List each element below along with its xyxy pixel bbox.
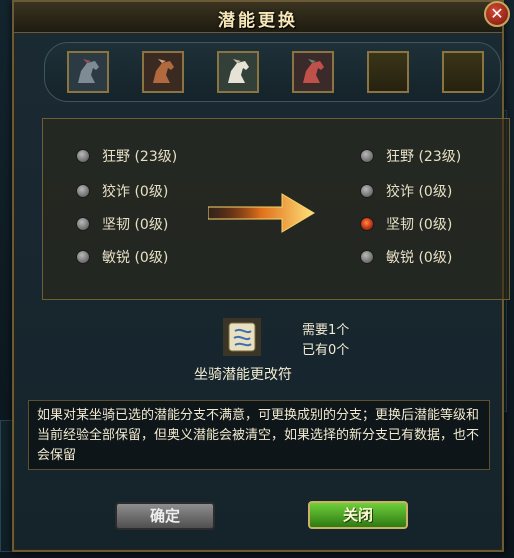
option-label: 敏锐 (0级) <box>102 250 169 266</box>
dialog-title: 潜能更换 <box>218 11 298 31</box>
horse-slot-1[interactable] <box>67 51 109 93</box>
current-option-wild: 狂野 (23级) <box>76 146 177 166</box>
horse-icon <box>294 53 332 91</box>
new-option-cunning[interactable]: 狡诈 (0级) <box>360 181 452 201</box>
new-option-keen[interactable]: 敏锐 (0级) <box>360 247 452 267</box>
arrow-right-icon <box>208 193 315 233</box>
radio-selected-icon[interactable] <box>360 217 374 231</box>
horse-icon <box>219 53 257 91</box>
option-label: 坚韧 (0级) <box>386 217 453 233</box>
radio-icon <box>76 217 90 231</box>
current-option-keen: 敏锐 (0级) <box>76 247 168 267</box>
item-need-count: 需要1个 <box>302 323 350 338</box>
radio-icon[interactable] <box>360 250 374 264</box>
horse-slot-5-empty[interactable] <box>367 51 409 93</box>
radio-icon[interactable] <box>360 184 374 198</box>
horse-slot-4[interactable] <box>292 51 334 93</box>
scroll-icon[interactable] <box>223 318 261 356</box>
new-option-wild[interactable]: 狂野 (23级) <box>360 146 461 166</box>
radio-icon <box>76 184 90 198</box>
confirm-button[interactable]: 确定 <box>115 502 215 530</box>
horse-slot-2[interactable] <box>142 51 184 93</box>
current-option-tenacity: 坚韧 (0级) <box>76 214 168 234</box>
radio-icon <box>76 250 90 264</box>
radio-icon <box>76 149 90 163</box>
horse-selector <box>44 42 501 102</box>
horse-icon <box>69 53 107 91</box>
option-label: 狂野 (23级) <box>386 149 462 165</box>
horse-slot-6-empty[interactable] <box>442 51 484 93</box>
item-have-count: 已有0个 <box>302 343 350 358</box>
item-requirement: 需要1个 已有0个 <box>302 321 349 361</box>
current-option-cunning: 狡诈 (0级) <box>76 181 168 201</box>
item-name: 坐骑潜能更改符 <box>194 367 292 383</box>
description-text: 如果对某坐骑已选的潜能分支不满意，可更换成别的分支；更换后潜能等级和当前经验全部… <box>28 400 490 470</box>
option-label: 狂野 (23级) <box>102 149 178 165</box>
option-label: 狡诈 (0级) <box>386 184 453 200</box>
option-label: 坚韧 (0级) <box>102 217 169 233</box>
radio-icon[interactable] <box>360 149 374 163</box>
close-button[interactable]: 关闭 <box>308 501 408 529</box>
new-option-tenacity[interactable]: 坚韧 (0级) <box>360 214 452 234</box>
option-label: 敏锐 (0级) <box>386 250 453 266</box>
horse-slot-3[interactable] <box>217 51 259 93</box>
close-icon[interactable]: ✕ <box>484 1 510 27</box>
option-label: 狡诈 (0级) <box>102 184 169 200</box>
horse-icon <box>144 53 182 91</box>
title-bar: 潜能更换 <box>14 2 502 33</box>
